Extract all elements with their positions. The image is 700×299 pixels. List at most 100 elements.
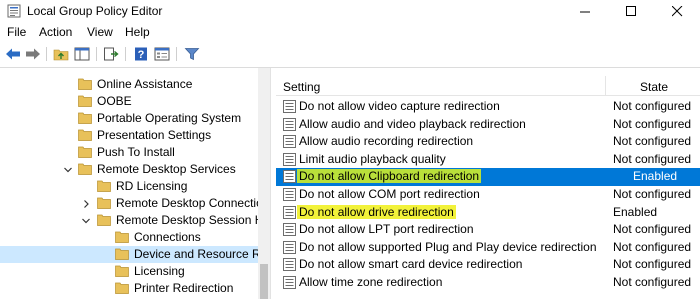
tree-item-printer-redirection[interactable]: Printer Redirection [0,280,258,297]
setting-name: Do not allow supported Plug and Play dev… [299,239,597,254]
setting-row[interactable]: Allow audio and video playback redirecti… [276,116,700,134]
settings-list: Setting State Do not allow video capture… [276,68,700,299]
properties-icon[interactable] [153,45,171,63]
setting-row[interactable]: Do not allow supported Plug and Play dev… [276,239,700,257]
folder-icon [115,282,129,294]
setting-state: Enabled [613,204,658,219]
column-divider[interactable] [605,76,606,96]
help-icon[interactable]: ? [132,45,150,63]
tree-item-label: Licensing [134,264,185,278]
toolbar: ? [0,42,700,66]
setting-state: Not configured [613,99,692,113]
menu-view[interactable]: View [87,25,113,39]
folder-icon [115,231,129,243]
chevron-right-icon[interactable] [81,198,91,208]
setting-state: Not configured [613,257,692,272]
tree-item-label: Remote Desktop Connectio [116,196,263,210]
tree-item-label: RD Licensing [116,179,188,193]
folder-icon [78,129,92,141]
tree-item-remote-desktop-session-host[interactable]: Remote Desktop Session Ho [0,212,270,229]
tree-item-label: Connections [134,230,201,244]
chevron-down-icon[interactable] [63,164,73,174]
policy-setting-icon [283,117,296,131]
tree-item-push-to-install[interactable]: Push To Install [0,144,258,161]
policy-editor-app-icon [7,4,21,18]
menu-help[interactable]: Help [125,25,150,39]
setting-name: Do not allow smart card device redirecti… [299,257,523,272]
setting-row[interactable]: Do not allow video capture redirection N… [276,98,700,116]
tree-item-device-and-resource-redirection[interactable]: Device and Resource Red [0,246,270,263]
folder-open-icon [78,163,92,175]
policy-setting-icon [283,258,296,272]
menu-action[interactable]: Action [39,25,72,39]
tree-item-label: Printer Redirection [134,281,234,295]
policy-setting-icon [283,152,296,166]
tree-item-connections[interactable]: Connections [0,229,258,246]
menu-file[interactable]: File [7,25,26,39]
folder-icon [78,78,92,90]
tree-item-presentation-settings[interactable]: Presentation Settings [0,127,258,144]
tree-scrollbar[interactable] [258,68,270,299]
tree-item-label: Remote Desktop Session Ho [116,213,270,227]
tree-item-label: Portable Operating System [97,111,242,125]
setting-row[interactable]: Allow audio recording redirection Not co… [276,133,700,151]
tree-item-rd-licensing[interactable]: RD Licensing [0,178,258,195]
maximize-button[interactable] [608,0,654,22]
setting-name: Do not allow COM port redirection [299,187,480,201]
toolbar-separator [125,47,126,61]
tree-item-remote-desktop-connection-client[interactable]: Remote Desktop Connectio [0,195,263,212]
setting-state: Not configured [613,222,692,237]
filter-icon[interactable] [183,45,201,63]
toolbar-separator [96,47,97,61]
setting-name: Do not allow Clipboard redirection [297,169,482,184]
column-header-setting[interactable]: Setting [283,80,320,94]
column-header-state[interactable]: State [640,80,668,94]
setting-row[interactable]: Do not allow smart card device redirecti… [276,256,700,274]
show-hide-tree-icon[interactable] [73,45,91,63]
setting-name: Do not allow video capture redirection [299,99,500,113]
setting-state: Not configured [613,239,692,254]
minimize-button[interactable] [562,0,608,22]
menu-bar: File Action View Help [0,22,700,42]
tree-item-portable-operating-system[interactable]: Portable Operating System [0,110,258,127]
tree-item-oobe[interactable]: OOBE [0,93,258,110]
folder-icon [78,112,92,124]
setting-row[interactable]: Do not allow drive redirection Enabled [276,204,700,222]
tree-item-label: Push To Install [97,145,175,159]
tree-item-remote-desktop-services[interactable]: Remote Desktop Services [0,161,258,178]
setting-row[interactable]: Limit audio playback quality Not configu… [276,151,700,169]
policy-setting-icon [283,240,296,254]
setting-state: Enabled [633,169,678,184]
setting-name: Allow audio and video playback redirecti… [299,116,526,131]
setting-state: Not configured [613,134,692,149]
setting-row[interactable]: Do not allow LPT port redirection Not co… [276,221,700,239]
setting-row[interactable]: Allow time zone redirection Not configur… [276,274,700,292]
tree-item-label: Remote Desktop Services [97,162,236,176]
forward-arrow-icon[interactable] [24,45,42,63]
export-list-icon[interactable] [102,45,120,63]
setting-state: Not configured [613,275,692,289]
window-title: Local Group Policy Editor [27,4,163,18]
folder-icon [97,180,111,192]
policy-setting-icon [283,100,296,113]
setting-name: Limit audio playback quality [299,151,446,166]
close-button[interactable] [654,0,700,22]
folder-open-icon [97,214,111,226]
setting-row-selected[interactable]: Do not allow Clipboard redirection Enabl… [276,168,700,186]
tree-scrollbar-thumb[interactable] [260,264,268,299]
list-header: Setting State [276,76,700,96]
toolbar-separator [176,47,177,61]
tree-item-licensing[interactable]: Licensing [0,263,258,280]
setting-name: Allow time zone redirection [299,275,443,289]
policy-setting-icon [283,205,296,219]
tree-item-online-assistance[interactable]: Online Assistance [0,76,258,93]
policy-setting-icon [283,135,296,149]
chevron-down-icon[interactable] [81,215,91,225]
back-arrow-icon[interactable] [4,45,22,63]
folder-icon [78,95,92,107]
up-folder-icon[interactable] [52,45,70,63]
toolbar-separator [46,47,47,61]
setting-name: Do not allow drive redirection [297,204,456,219]
folder-icon [97,197,111,209]
setting-row[interactable]: Do not allow COM port redirection Not co… [276,186,700,204]
